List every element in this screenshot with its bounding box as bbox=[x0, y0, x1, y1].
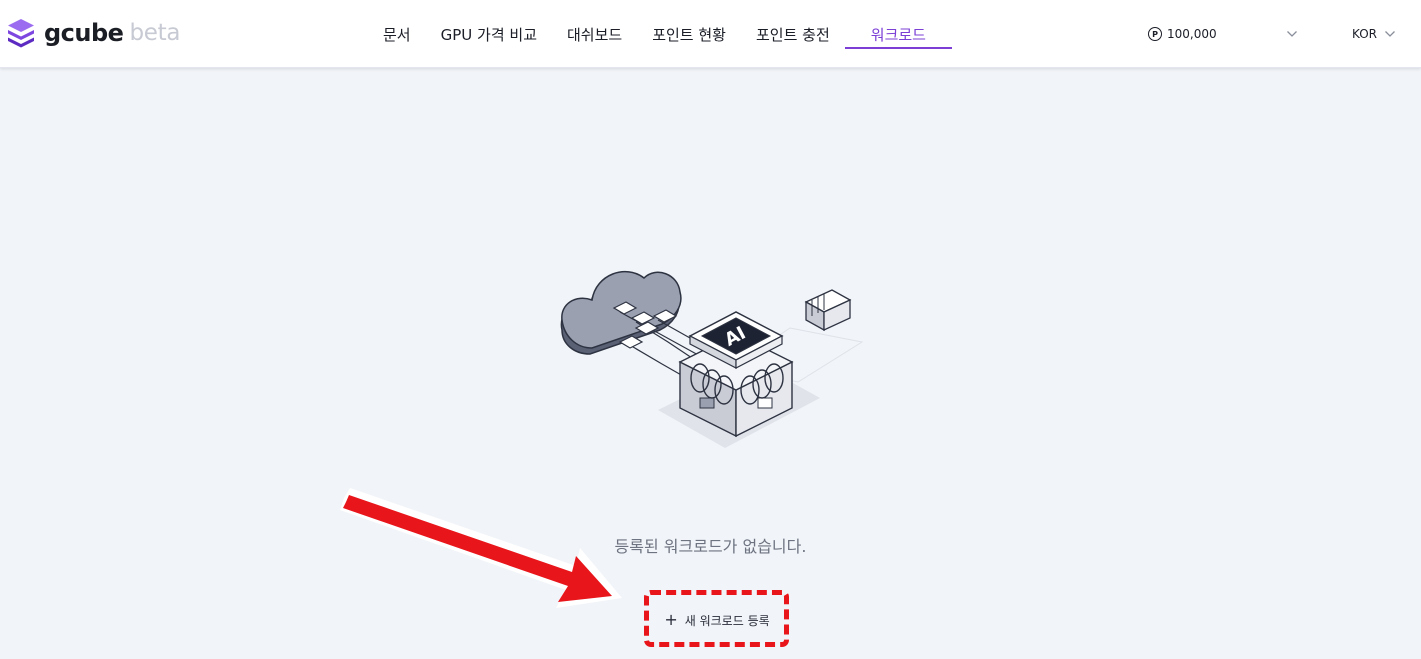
annotation-arrow-icon bbox=[340, 488, 622, 608]
top-navigation-bar: gcube beta 문서 GPU 가격 비교 대쉬보드 포인트 현황 포인트 … bbox=[0, 0, 1421, 68]
main-nav: 문서 GPU 가격 비교 대쉬보드 포인트 현황 포인트 충전 워크로드 bbox=[368, 0, 953, 68]
nav-docs[interactable]: 문서 bbox=[368, 0, 426, 68]
point-coin-icon: P bbox=[1148, 27, 1162, 41]
nav-dashboard[interactable]: 대쉬보드 bbox=[552, 0, 637, 68]
nav-point-charge[interactable]: 포인트 충전 bbox=[741, 0, 845, 68]
plus-icon: + bbox=[664, 610, 678, 629]
new-workload-button[interactable]: + 새 워크로드 등록 bbox=[652, 604, 782, 636]
gcube-logo-icon bbox=[8, 19, 34, 48]
logo[interactable]: gcube beta bbox=[6, 16, 180, 50]
logo-beta-tag: beta bbox=[129, 20, 181, 46]
nav-point-status[interactable]: 포인트 현황 bbox=[637, 0, 741, 68]
language-label: KOR bbox=[1352, 27, 1377, 41]
language-chevron-down-icon[interactable] bbox=[1384, 30, 1396, 38]
points-amount: 100,000 bbox=[1167, 27, 1217, 41]
logo-wordmark: gcube bbox=[44, 19, 124, 47]
empty-state-message: 등록된 워크로드가 없습니다. bbox=[614, 537, 807, 556]
points-chevron-down-icon[interactable] bbox=[1286, 30, 1298, 38]
new-workload-label: 새 워크로드 등록 bbox=[684, 613, 770, 628]
nav-gpu-price-compare[interactable]: GPU 가격 비교 bbox=[426, 0, 552, 68]
nav-workload[interactable]: 워크로드 bbox=[844, 0, 953, 68]
points-balance[interactable]: P 100,000 bbox=[1148, 24, 1217, 44]
language-selector[interactable]: KOR bbox=[1352, 24, 1377, 44]
connector-module bbox=[804, 289, 852, 332]
empty-workload-illustration: AI bbox=[560, 270, 864, 448]
